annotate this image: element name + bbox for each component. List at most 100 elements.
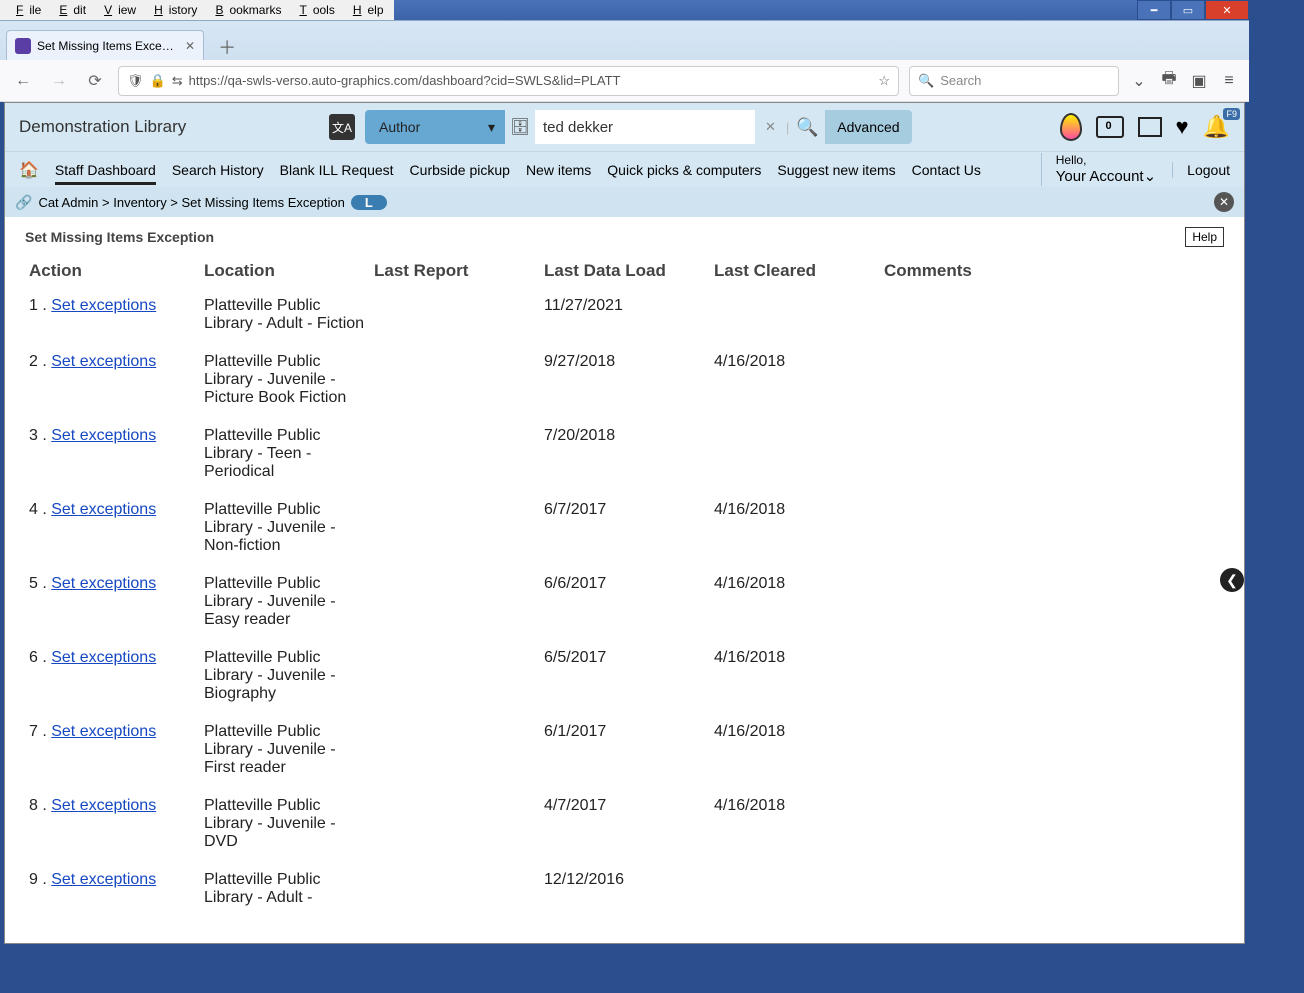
favorites-icon[interactable]: ♥	[1176, 114, 1189, 140]
table-row: 9 . Set exceptionsPlatteville Public Lib…	[25, 861, 1224, 917]
set-exceptions-link[interactable]: Set exceptions	[51, 297, 156, 314]
nav-new-items[interactable]: New items	[526, 162, 591, 178]
browser-tab-bar: Set Missing Items Exception | SV ✕ ＋	[0, 20, 1249, 60]
database-icon[interactable]: 🗄	[505, 117, 535, 137]
set-exceptions-link[interactable]: Set exceptions	[51, 501, 156, 518]
cell-last-report	[370, 491, 540, 565]
nav-search-history[interactable]: Search History	[172, 162, 264, 178]
nav-suggest-new-items[interactable]: Suggest new items	[777, 162, 895, 178]
forward-button[interactable]: →	[46, 72, 72, 90]
notifications-icon[interactable]: 🔔	[1203, 114, 1230, 140]
col-last-report: Last Report	[370, 255, 540, 287]
help-button[interactable]: Help	[1185, 227, 1224, 247]
pocket-icon[interactable]: ⌄	[1129, 71, 1149, 91]
cell-last-data-load: 6/1/2017	[540, 713, 710, 787]
menu-edit[interactable]: Edit	[47, 1, 92, 19]
close-panel-icon[interactable]: ✕	[1214, 192, 1234, 212]
translate-icon[interactable]: 文A	[329, 114, 355, 140]
cell-comments	[880, 565, 1224, 639]
exceptions-table: ActionLocationLast ReportLast Data LoadL…	[25, 255, 1224, 917]
lock-icon: 🔒	[150, 73, 166, 89]
extension-icon[interactable]: ▣	[1189, 71, 1209, 91]
home-icon[interactable]: 🏠	[19, 160, 39, 180]
breadcrumb-bar: 🔗 Cat Admin > Inventory > Set Missing It…	[5, 187, 1244, 217]
set-exceptions-link[interactable]: Set exceptions	[51, 797, 156, 814]
cell-comments	[880, 491, 1224, 565]
content-area: Set Missing Items Exception Help ActionL…	[5, 217, 1244, 943]
print-icon[interactable]: 🖶	[1159, 67, 1179, 94]
tab-close-icon[interactable]: ✕	[185, 39, 195, 53]
window-minimize-button[interactable]: ━	[1137, 0, 1171, 20]
set-exceptions-link[interactable]: Set exceptions	[51, 649, 156, 666]
link-icon: 🔗	[15, 194, 32, 211]
search-placeholder: Search	[940, 73, 981, 88]
advanced-search-button[interactable]: Advanced	[825, 110, 911, 144]
reload-button[interactable]: ⟳	[82, 71, 108, 91]
window-maximize-button[interactable]: ▭	[1171, 0, 1205, 20]
row-index: 6 .	[29, 649, 51, 666]
side-panel-toggle-icon[interactable]: ❮	[1220, 568, 1244, 592]
cell-last-cleared	[710, 287, 880, 343]
cell-last-cleared	[710, 861, 880, 917]
status-pill: L	[351, 195, 387, 210]
col-action: Action	[25, 255, 200, 287]
cell-comments	[880, 713, 1224, 787]
cell-last-cleared: 4/16/2018	[710, 713, 880, 787]
cell-last-report	[370, 343, 540, 417]
menu-file[interactable]: File	[4, 1, 47, 19]
table-row: 1 . Set exceptionsPlatteville Public Lib…	[25, 287, 1224, 343]
nav-quick-picks-computers[interactable]: Quick picks & computers	[607, 162, 761, 178]
cell-last-report	[370, 565, 540, 639]
camera-icon[interactable]	[1096, 116, 1124, 138]
menu-view[interactable]: View	[92, 1, 142, 19]
cell-last-cleared: 4/16/2018	[710, 491, 880, 565]
cell-last-data-load: 12/12/2016	[540, 861, 710, 917]
menu-help[interactable]: Help	[341, 1, 390, 19]
table-row: 6 . Set exceptionsPlatteville Public Lib…	[25, 639, 1224, 713]
bookmark-star-icon[interactable]: ☆	[878, 73, 890, 89]
catalog-search-input[interactable]	[535, 110, 755, 144]
col-location: Location	[200, 255, 370, 287]
table-row: 5 . Set exceptionsPlatteville Public Lib…	[25, 565, 1224, 639]
set-exceptions-link[interactable]: Set exceptions	[51, 353, 156, 370]
browser-tab[interactable]: Set Missing Items Exception | SV ✕	[6, 30, 204, 60]
nav-blank-ill-request[interactable]: Blank ILL Request	[280, 162, 394, 178]
list-icon[interactable]	[1138, 117, 1162, 137]
cell-last-data-load: 9/27/2018	[540, 343, 710, 417]
cell-last-cleared: 4/16/2018	[710, 787, 880, 861]
set-exceptions-link[interactable]: Set exceptions	[51, 723, 156, 740]
app-menu-icon[interactable]: ≡	[1219, 72, 1239, 90]
set-exceptions-link[interactable]: Set exceptions	[51, 575, 156, 592]
search-field-select[interactable]: Author	[365, 110, 505, 144]
row-index: 7 .	[29, 723, 51, 740]
cell-last-report	[370, 417, 540, 491]
row-index: 4 .	[29, 501, 51, 518]
breadcrumb-path[interactable]: Cat Admin > Inventory > Set Missing Item…	[38, 195, 344, 210]
set-exceptions-link[interactable]: Set exceptions	[51, 427, 156, 444]
window-close-button[interactable]: ✕	[1205, 0, 1249, 20]
set-exceptions-link[interactable]: Set exceptions	[51, 871, 156, 888]
cell-comments	[880, 343, 1224, 417]
browser-search-bar[interactable]: 🔍 Search	[909, 66, 1119, 96]
account-menu[interactable]: Hello, Your Account⌄	[1041, 153, 1156, 185]
nav-curbside-pickup[interactable]: Curbside pickup	[410, 162, 510, 178]
menu-bookmarks[interactable]: Bookmarks	[203, 1, 287, 19]
cell-last-data-load: 6/5/2017	[540, 639, 710, 713]
new-tab-button[interactable]: ＋	[212, 34, 242, 60]
cell-last-data-load: 7/20/2018	[540, 417, 710, 491]
cell-comments	[880, 861, 1224, 917]
balloon-icon[interactable]	[1060, 113, 1082, 141]
cell-last-data-load: 11/27/2021	[540, 287, 710, 343]
app-nav: 🏠 Staff Dashboard Search History Blank ILL…	[5, 151, 1244, 187]
search-go-icon[interactable]: 🔍	[789, 110, 825, 144]
cell-last-cleared: 4/16/2018	[710, 639, 880, 713]
nav-contact-us[interactable]: Contact Us	[912, 162, 981, 178]
content-scroll[interactable]: Set Missing Items Exception Help ActionL…	[5, 217, 1244, 943]
menu-tools[interactable]: Tools	[287, 1, 340, 19]
back-button[interactable]: ←	[10, 72, 36, 90]
clear-search-icon[interactable]: ✕	[755, 119, 786, 135]
logout-link[interactable]: Logout	[1172, 162, 1230, 178]
nav-staff-dashboard[interactable]: Staff Dashboard	[55, 162, 156, 185]
menu-history[interactable]: History	[142, 1, 203, 19]
url-bar[interactable]: 🛡 🔒 ⇆ https://qa-swls-verso.auto-graphic…	[118, 66, 899, 96]
